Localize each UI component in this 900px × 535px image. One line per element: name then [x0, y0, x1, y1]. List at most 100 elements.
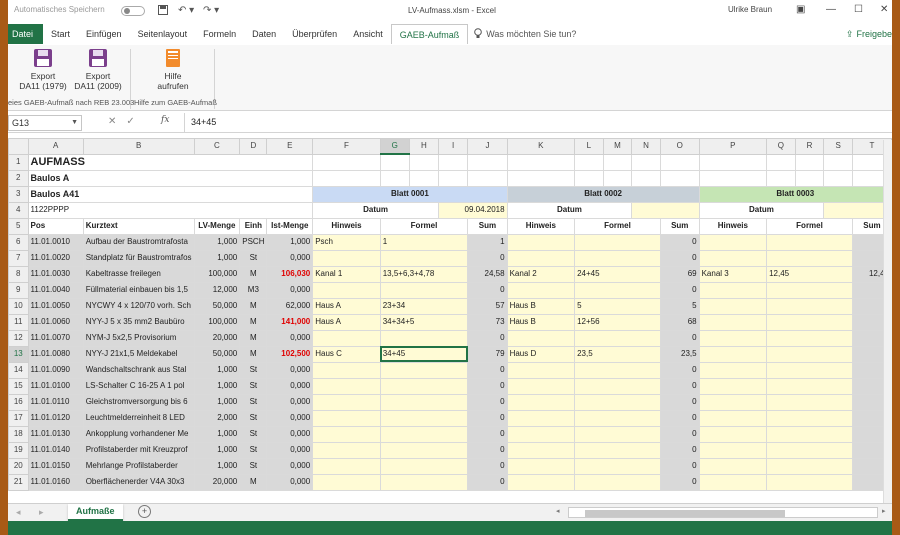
cell-q9[interactable] [766, 281, 853, 299]
column-header-f[interactable]: F [312, 138, 381, 155]
save-icon[interactable] [158, 5, 168, 18]
cell-c17[interactable]: 2,000 [193, 409, 241, 427]
cell-q10[interactable] [766, 297, 853, 315]
cell-s1[interactable] [823, 153, 853, 171]
cell-p3[interactable]: Blatt 0003 [698, 185, 892, 203]
cell-s2[interactable] [823, 169, 853, 187]
cell-f9[interactable] [312, 281, 381, 299]
cell-j5[interactable]: Sum [467, 217, 508, 235]
cell-o16[interactable]: 0 [659, 393, 700, 411]
cell-q8[interactable]: 12,45 [766, 265, 853, 283]
cell-a17[interactable]: 11.01.0120 [27, 409, 84, 427]
cell-j6[interactable]: 1 [467, 233, 508, 251]
cell-c21[interactable]: 20,000 [193, 473, 241, 491]
cell-e8[interactable]: 106,030 [266, 265, 314, 283]
cell-c5[interactable]: LV-Menge [193, 217, 241, 235]
cell-e7[interactable]: 0,000 [266, 249, 314, 267]
cell-q16[interactable] [766, 393, 853, 411]
cell-o9[interactable]: 0 [659, 281, 700, 299]
cell-o11[interactable]: 68 [659, 313, 700, 331]
cell-a4[interactable]: 1122PPPP [27, 201, 314, 219]
scroll-track[interactable] [568, 507, 878, 518]
cell-e15[interactable]: 0,000 [266, 377, 314, 395]
sheet-tab-aufmasse[interactable]: Aufmaße [68, 504, 123, 521]
cell-e17[interactable]: 0,000 [266, 409, 314, 427]
cell-g18[interactable] [379, 425, 469, 443]
cell-c14[interactable]: 1,000 [193, 361, 241, 379]
cell-a2[interactable]: Baulos A [27, 169, 314, 187]
cell-p6[interactable] [698, 233, 768, 251]
cell-a14[interactable]: 11.01.0090 [27, 361, 84, 379]
tab-datei[interactable]: Datei [8, 24, 44, 44]
formula-input[interactable]: 34+45 [184, 113, 884, 132]
row-header[interactable]: 16 [8, 393, 29, 411]
cell-l19[interactable] [574, 441, 661, 459]
cell-p2[interactable] [698, 169, 768, 187]
cell-j19[interactable]: 0 [467, 441, 508, 459]
cell-g7[interactable] [379, 249, 469, 267]
cell-a8[interactable]: 11.01.0030 [27, 265, 84, 283]
cell-r2[interactable] [794, 169, 825, 187]
cell-b15[interactable]: LS-Schalter C 16-25 A 1 pol [82, 377, 195, 395]
cell-d12[interactable]: M [239, 329, 268, 347]
sheet-nav-arrows[interactable]: ◂ ▸ [16, 507, 52, 518]
cell-d11[interactable]: M [239, 313, 268, 331]
cell-p18[interactable] [698, 425, 768, 443]
confirm-icon[interactable]: ✓ [126, 116, 144, 127]
row-header[interactable]: 4 [8, 201, 29, 219]
share-button[interactable]: ⇪ Freigebe [846, 24, 892, 44]
cell-k6[interactable] [506, 233, 576, 251]
cell-k2[interactable] [506, 169, 576, 187]
cell-c18[interactable]: 1,000 [193, 425, 241, 443]
cell-f10[interactable]: Haus A [312, 297, 381, 315]
cell-g12[interactable] [379, 329, 469, 347]
cell-a21[interactable]: 11.01.0160 [27, 473, 84, 491]
undo-icon[interactable]: ↶ ▾ [178, 5, 194, 16]
cell-f19[interactable] [312, 441, 381, 459]
cell-j7[interactable]: 0 [467, 249, 508, 267]
cell-f14[interactable] [312, 361, 381, 379]
cell-q17[interactable] [766, 409, 853, 427]
column-header-s[interactable]: S [823, 138, 853, 155]
cell-b18[interactable]: Ankopplung vorhandener Me [82, 425, 195, 443]
cell-table[interactable]: A B C D E F G H I J K L M N O P Q R S T 1 AUFMASS 2 Baulos A 3 Ba… [8, 138, 892, 491]
cell-f6[interactable]: Psch [312, 233, 381, 251]
cell-k1[interactable] [506, 153, 576, 171]
row-header[interactable]: 5 [8, 217, 29, 235]
cell-i4[interactable]: 09.04.2018 [437, 201, 508, 219]
cell-a9[interactable]: 11.01.0040 [27, 281, 84, 299]
cell-f8[interactable]: Kanal 1 [312, 265, 381, 283]
cell-l1[interactable] [574, 153, 604, 171]
cell-a20[interactable]: 11.01.0150 [27, 457, 84, 475]
cell-q18[interactable] [766, 425, 853, 443]
cell-q13[interactable] [766, 345, 853, 363]
cell-d10[interactable]: M [239, 297, 268, 315]
cell-q14[interactable] [766, 361, 853, 379]
cell-q2[interactable] [766, 169, 796, 187]
cell-c8[interactable]: 100,000 [193, 265, 241, 283]
cell-j2[interactable] [467, 169, 508, 187]
cell-g5[interactable]: Formel [379, 217, 469, 235]
cell-f2[interactable] [312, 169, 381, 187]
cell-e14[interactable]: 0,000 [266, 361, 314, 379]
cell-b9[interactable]: Füllmaterial einbauen bis 1,5 [82, 281, 195, 299]
cell-q19[interactable] [766, 441, 853, 459]
cell-c9[interactable]: 12,000 [193, 281, 241, 299]
cell-c20[interactable]: 1,000 [193, 457, 241, 475]
cell-l14[interactable] [574, 361, 661, 379]
cell-p11[interactable] [698, 313, 768, 331]
cell-l17[interactable] [574, 409, 661, 427]
cell-a16[interactable]: 11.01.0110 [27, 393, 84, 411]
column-header-q[interactable]: Q [766, 138, 796, 155]
cell-l10[interactable]: 5 [574, 297, 661, 315]
cell-j20[interactable]: 0 [467, 457, 508, 475]
cell-j12[interactable]: 0 [467, 329, 508, 347]
select-all-corner[interactable] [8, 138, 29, 155]
cell-q5[interactable]: Formel [766, 217, 853, 235]
minimize-icon[interactable]: — [826, 4, 836, 15]
cell-c15[interactable]: 1,000 [193, 377, 241, 395]
cell-p19[interactable] [698, 441, 768, 459]
cell-o20[interactable]: 0 [659, 457, 700, 475]
cell-b10[interactable]: NYCWY 4 x 120/70 vorh. Sch [82, 297, 195, 315]
name-box[interactable]: G13 ▼ [8, 115, 82, 131]
